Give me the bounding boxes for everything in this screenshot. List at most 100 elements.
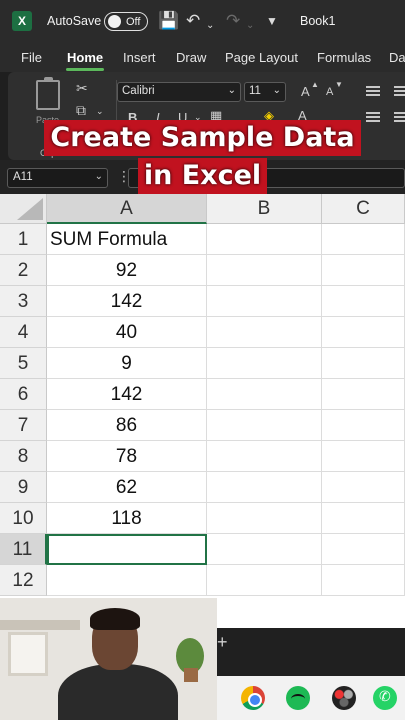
align-top-icon[interactable] (366, 86, 380, 96)
align-middle-icon[interactable] (394, 86, 405, 96)
row-header-6[interactable]: 6 (0, 379, 47, 410)
excel-logo-icon: X (12, 11, 32, 31)
davinci-resolve-icon[interactable] (332, 686, 356, 710)
cell-b1[interactable] (207, 224, 322, 255)
cell-a4[interactable]: 40 (47, 317, 207, 348)
font-name-value: Calibri (122, 85, 155, 97)
cell-b8[interactable] (207, 441, 322, 472)
cell-b5[interactable] (207, 348, 322, 379)
webcam-shelf (0, 620, 80, 630)
autosave-toggle[interactable]: Off (104, 12, 148, 31)
cell-a1[interactable]: SUM Formula (47, 224, 207, 255)
tab-draw[interactable]: Draw (176, 50, 206, 65)
tab-insert[interactable]: Insert (123, 50, 156, 65)
cell-a7[interactable]: 86 (47, 410, 207, 441)
cell-b2[interactable] (207, 255, 322, 286)
active-tab-indicator (66, 68, 104, 71)
chrome-icon[interactable] (241, 686, 265, 710)
tab-formulas[interactable]: Formulas (317, 50, 371, 65)
row-header-8[interactable]: 8 (0, 441, 47, 472)
tab-file[interactable]: File (21, 50, 42, 65)
copy-dropdown-icon[interactable]: ⌄ (96, 106, 104, 117)
row-header-3[interactable]: 3 (0, 286, 47, 317)
cell-b9[interactable] (207, 472, 322, 503)
spotify-icon[interactable] (286, 686, 310, 710)
grow-font-arrow-icon: ▲ (311, 80, 319, 89)
cell-c1[interactable] (322, 224, 405, 255)
cell-c8[interactable] (322, 441, 405, 472)
webcam-person-body (58, 664, 178, 720)
cell-b4[interactable] (207, 317, 322, 348)
column-header-b[interactable]: B (207, 194, 322, 224)
column-header-c[interactable]: C (322, 194, 405, 224)
shrink-font-button[interactable]: A (326, 86, 333, 98)
copy-icon[interactable]: ⧉ (76, 102, 86, 119)
overlay-title-line-1: Create Sample Data (44, 120, 361, 156)
paste-icon[interactable] (36, 77, 60, 110)
undo-icon[interactable]: ↶ (186, 10, 200, 32)
cell-c10[interactable] (322, 503, 405, 534)
customize-toolbar-icon[interactable]: ▼ (266, 10, 278, 32)
cell-a9[interactable]: 62 (47, 472, 207, 503)
overlay-title-line-2: in Excel (137, 158, 268, 194)
column-header-a[interactable]: A (47, 194, 207, 224)
cell-b3[interactable] (207, 286, 322, 317)
ribbon-tabs: File Home Insert Draw Page Layout Formul… (0, 42, 405, 72)
cell-c5[interactable] (322, 348, 405, 379)
cell-c3[interactable] (322, 286, 405, 317)
title-bar: X AutoSave Off 💾 ↶ ⌄ ↷ ⌄ ▼ Book1 (0, 0, 405, 42)
workbook-title: Book1 (300, 14, 336, 28)
cell-c12[interactable] (322, 565, 405, 596)
cut-icon[interactable]: ✂ (76, 80, 88, 97)
cell-c4[interactable] (322, 317, 405, 348)
redo-dropdown-icon[interactable]: ⌄ (246, 15, 254, 37)
cell-b7[interactable] (207, 410, 322, 441)
font-name-dropdown[interactable]: Calibri ⌄ (117, 82, 241, 102)
select-all-button[interactable] (0, 194, 47, 224)
undo-dropdown-icon[interactable]: ⌄ (206, 15, 214, 37)
save-icon[interactable]: 💾 (158, 10, 179, 32)
cell-c2[interactable] (322, 255, 405, 286)
cell-c11[interactable] (322, 534, 405, 565)
add-sheet-icon[interactable]: + (217, 632, 228, 653)
cell-c6[interactable] (322, 379, 405, 410)
row-header-11[interactable]: 11 (0, 534, 47, 565)
cell-a3[interactable]: 142 (47, 286, 207, 317)
row-header-7[interactable]: 7 (0, 410, 47, 441)
redo-icon[interactable]: ↷ (226, 10, 240, 32)
cell-b12[interactable] (207, 565, 322, 596)
cell-c7[interactable] (322, 410, 405, 441)
row-header-4[interactable]: 4 (0, 317, 47, 348)
row-header-1[interactable]: 1 (0, 224, 47, 255)
tab-page-layout[interactable]: Page Layout (225, 50, 298, 65)
autosave-state: Off (126, 15, 141, 28)
cell-a10[interactable]: 118 (47, 503, 207, 534)
tab-data[interactable]: Da (389, 50, 405, 65)
row-header-12[interactable]: 12 (0, 565, 47, 596)
font-size-dropdown[interactable]: 11 ⌄ (244, 82, 286, 102)
cell-a5[interactable]: 9 (47, 348, 207, 379)
cell-a8[interactable]: 78 (47, 441, 207, 472)
webcam-pot (184, 668, 198, 682)
row-header-5[interactable]: 5 (0, 348, 47, 379)
cell-a12[interactable] (47, 565, 207, 596)
grow-font-button[interactable]: A (301, 84, 310, 99)
chevron-down-icon: ⌄ (272, 85, 281, 96)
tab-home[interactable]: Home (67, 50, 103, 65)
cell-a2[interactable]: 92 (47, 255, 207, 286)
chevron-down-icon: ⌄ (227, 85, 236, 96)
row-header-9[interactable]: 9 (0, 472, 47, 503)
cell-a6[interactable]: 142 (47, 379, 207, 410)
autosave-label: AutoSave (47, 14, 102, 28)
cell-b6[interactable] (207, 379, 322, 410)
worksheet-grid: A B C 1 SUM Formula 2 92 3 142 4 40 5 9 6 142 7 86 8 78… (0, 194, 405, 600)
row-header-2[interactable]: 2 (0, 255, 47, 286)
cell-c9[interactable] (322, 472, 405, 503)
taskbar-dark-strip (217, 628, 405, 676)
cell-a11[interactable] (47, 534, 207, 565)
toggle-knob (108, 15, 121, 28)
row-header-10[interactable]: 10 (0, 503, 47, 534)
cell-b10[interactable] (207, 503, 322, 534)
cell-b11[interactable] (207, 534, 322, 565)
whatsapp-icon[interactable] (373, 686, 397, 710)
